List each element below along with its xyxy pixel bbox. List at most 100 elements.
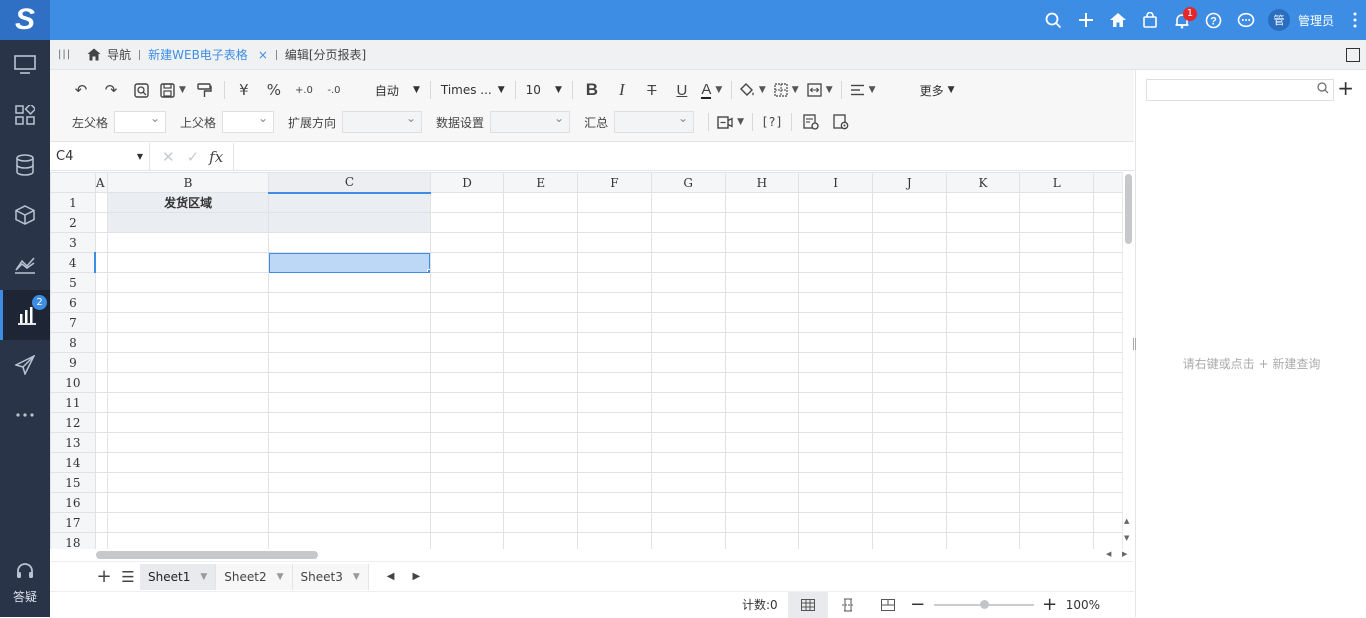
app-logo[interactable]: S <box>0 0 50 40</box>
cell-e3[interactable] <box>503 232 579 253</box>
row-header-18[interactable]: 18 <box>50 532 96 549</box>
cell-k15[interactable] <box>945 472 1021 493</box>
cell-g12[interactable] <box>650 412 726 433</box>
row-header-14[interactable]: 14 <box>50 452 96 473</box>
cell-d18[interactable] <box>429 532 505 549</box>
cancel-edit-icon[interactable]: ✕ <box>162 148 175 166</box>
page-break-view-button[interactable] <box>828 592 868 618</box>
vertical-scroll-thumb[interactable] <box>1125 174 1132 244</box>
cell-i3[interactable] <box>798 232 873 253</box>
preview-button[interactable] <box>126 77 156 103</box>
cell-b2[interactable] <box>106 212 270 233</box>
cell-l13[interactable] <box>1019 432 1095 453</box>
cell-f10[interactable] <box>577 372 652 393</box>
cell-l18[interactable] <box>1019 532 1095 549</box>
sidebar-item-reports[interactable]: 2 <box>0 290 50 340</box>
tab-new-web-spreadsheet[interactable]: 新建WEB电子表格 × <box>140 40 276 70</box>
bold-button[interactable]: B <box>577 77 607 103</box>
cell-i1[interactable] <box>798 192 873 213</box>
cell-h12[interactable] <box>724 412 800 433</box>
fill-handle[interactable] <box>426 269 430 272</box>
cell-h1[interactable] <box>724 192 800 213</box>
cell-c13[interactable] <box>268 432 431 453</box>
cell-g6[interactable] <box>650 292 726 313</box>
column-header-e[interactable]: E <box>503 172 579 193</box>
cell-i6[interactable] <box>798 292 873 313</box>
cell-d9[interactable] <box>429 352 505 373</box>
currency-button[interactable]: ¥ <box>229 77 259 103</box>
more-vertical-icon[interactable] <box>1344 0 1366 40</box>
cell-b16[interactable] <box>106 492 270 513</box>
sidebar-item-more[interactable] <box>0 390 50 440</box>
cell-element-button[interactable]: ▼ <box>713 109 748 135</box>
cell-l8[interactable] <box>1019 332 1095 353</box>
cell-h11[interactable] <box>724 392 800 413</box>
cell-g13[interactable] <box>650 432 726 453</box>
cell-a15[interactable] <box>94 472 108 493</box>
cell-h3[interactable] <box>724 232 800 253</box>
cell-d16[interactable] <box>429 492 505 513</box>
column-header-k[interactable]: K <box>945 172 1021 193</box>
cell-a17[interactable] <box>94 512 108 533</box>
panel-resize-handle[interactable] <box>1133 338 1136 350</box>
search-icon[interactable] <box>1317 82 1329 97</box>
cell-j12[interactable] <box>871 412 947 433</box>
cell-k18[interactable] <box>945 532 1021 549</box>
cell-l9[interactable] <box>1019 352 1095 373</box>
function-icon[interactable]: fx <box>209 148 223 166</box>
fullscreen-icon[interactable] <box>1346 48 1360 62</box>
column-header-b[interactable]: B <box>106 172 270 193</box>
cell-i2[interactable] <box>798 212 873 233</box>
sidebar-item-analysis[interactable] <box>0 240 50 290</box>
italic-button[interactable]: I <box>607 77 637 103</box>
zoom-in-button[interactable]: + <box>1040 594 1060 615</box>
cell-d12[interactable] <box>429 412 505 433</box>
data-settings-select[interactable] <box>490 111 571 133</box>
cell-l1[interactable] <box>1019 192 1095 213</box>
cell-k5[interactable] <box>945 272 1021 293</box>
grid-corner[interactable] <box>50 172 96 193</box>
row-header-9[interactable]: 9 <box>50 352 96 373</box>
add-dataset-button[interactable]: + <box>1337 76 1354 100</box>
cell-e7[interactable] <box>503 312 579 333</box>
cell-e17[interactable] <box>503 512 579 533</box>
confirm-edit-icon[interactable]: ✓ <box>187 148 200 166</box>
search-icon[interactable] <box>1038 0 1070 40</box>
cell-i4[interactable] <box>798 252 873 273</box>
cell-f2[interactable] <box>577 212 652 233</box>
cell-j9[interactable] <box>871 352 947 373</box>
cell-e12[interactable] <box>503 412 579 433</box>
sheet-tab-3[interactable]: Sheet3 ▼ <box>292 563 369 590</box>
row-header-10[interactable]: 10 <box>50 372 96 393</box>
cell-j15[interactable] <box>871 472 947 493</box>
cell-j18[interactable] <box>871 532 947 549</box>
column-header-h[interactable]: H <box>724 172 800 193</box>
cell-i18[interactable] <box>798 532 873 549</box>
scroll-up-icon[interactable]: ▲ <box>1124 517 1129 525</box>
dataset-search[interactable] <box>1146 79 1334 101</box>
cell-g14[interactable] <box>650 452 726 473</box>
cell-h14[interactable] <box>724 452 800 473</box>
cell-b12[interactable] <box>106 412 270 433</box>
cell-b15[interactable] <box>106 472 270 493</box>
sidebar-item-data[interactable] <box>0 140 50 190</box>
cell-i11[interactable] <box>798 392 873 413</box>
cell-d14[interactable] <box>429 452 505 473</box>
cell-f17[interactable] <box>577 512 652 533</box>
cell-a6[interactable] <box>94 292 108 313</box>
home-icon[interactable] <box>1102 0 1134 40</box>
cell-e16[interactable] <box>503 492 579 513</box>
cell-j7[interactable] <box>871 312 947 333</box>
top-parent-select[interactable] <box>222 111 275 133</box>
cell-b4[interactable] <box>106 252 270 273</box>
sidebar-item-model[interactable] <box>0 190 50 240</box>
cell-f15[interactable] <box>577 472 652 493</box>
username[interactable]: 管理员 <box>1298 12 1334 29</box>
align-button[interactable]: ▼ <box>846 77 880 103</box>
add-icon[interactable] <box>1070 0 1102 40</box>
row-header-3[interactable]: 3 <box>50 232 96 253</box>
cell-l11[interactable] <box>1019 392 1095 413</box>
cell-j16[interactable] <box>871 492 947 513</box>
scroll-down-icon[interactable]: ▼ <box>1124 534 1129 542</box>
cell-c7[interactable] <box>268 312 431 333</box>
